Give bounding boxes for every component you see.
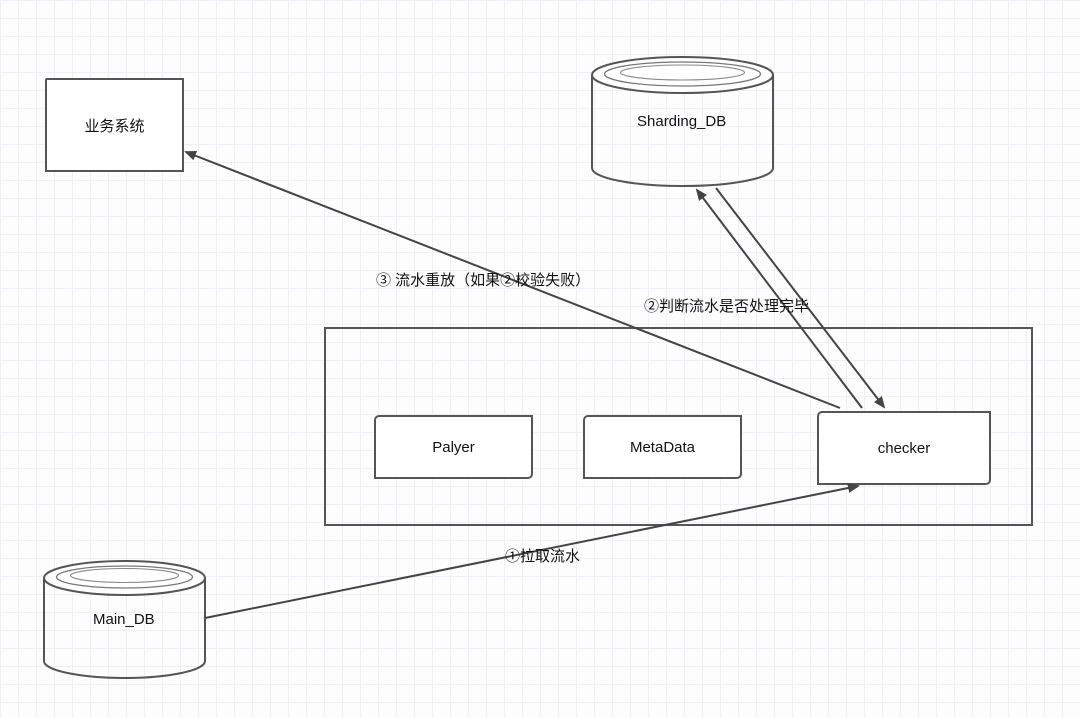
- checker-label: checker: [878, 440, 931, 457]
- player-box: Palyer: [374, 415, 533, 479]
- checker-box: checker: [817, 411, 991, 485]
- metadata-label: MetaData: [630, 439, 695, 456]
- business-system-box: 业务系统: [45, 78, 184, 172]
- step3-label: ③ 流水重放（如果②校验失败）: [376, 269, 590, 290]
- step2-label: ②判断流水是否处理完毕: [644, 295, 809, 316]
- business-system-label: 业务系统: [84, 115, 144, 136]
- main-db-label: Main_DB: [93, 611, 155, 628]
- player-label: Palyer: [432, 439, 475, 456]
- step1-label: ①拉取流水: [505, 545, 580, 566]
- sharding-db-label: Sharding_DB: [637, 113, 726, 130]
- metadata-box: MetaData: [583, 415, 742, 479]
